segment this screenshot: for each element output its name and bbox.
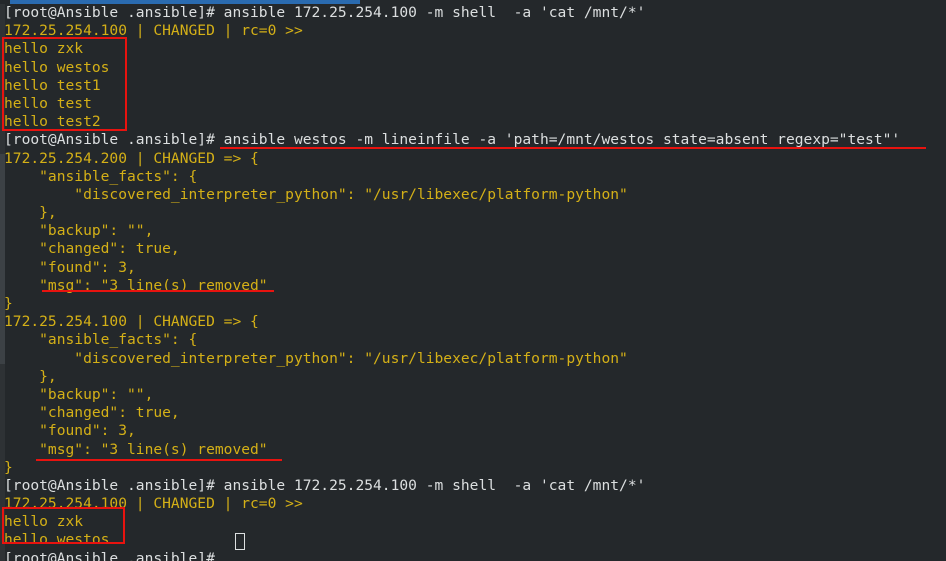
terminal-output-area[interactable]: [root@Ansible .ansible]# ansible 172.25.… — [0, 4, 946, 561]
terminal-line: 172.25.254.100 | CHANGED | rc=0 >> — [4, 22, 303, 40]
terminal-line: "found": 3, — [4, 258, 136, 276]
terminal-line: "backup": "", — [4, 385, 154, 403]
terminal-line: hello westos — [4, 531, 110, 549]
terminal-line: [root@Ansible .ansible]# — [4, 549, 215, 561]
terminal-line: hello test1 — [4, 76, 101, 94]
terminal-line: hello test — [4, 94, 92, 112]
terminal-line: hello zxk — [4, 40, 84, 58]
terminal-line: "found": 3, — [4, 422, 136, 440]
terminal-line: } — [4, 458, 13, 476]
terminal-line: "changed": true, — [4, 404, 180, 422]
terminal-line: [root@Ansible .ansible]# ansible westos … — [4, 131, 901, 149]
terminal-line: 172.25.254.200 | CHANGED => { — [4, 149, 259, 167]
terminal-window[interactable]: [root@Ansible .ansible]# ansible 172.25.… — [0, 0, 946, 561]
terminal-line: 172.25.254.100 | CHANGED | rc=0 >> — [4, 495, 303, 513]
terminal-line: "discovered_interpreter_python": "/usr/l… — [4, 349, 628, 367]
terminal-line: "ansible_facts": { — [4, 167, 198, 185]
terminal-line: "msg": "3 line(s) removed" — [4, 276, 268, 294]
terminal-line: }, — [4, 367, 57, 385]
terminal-line: hello zxk — [4, 513, 84, 531]
terminal-line: 172.25.254.100 | CHANGED => { — [4, 313, 259, 331]
terminal-line: hello test2 — [4, 113, 101, 131]
terminal-line: "msg": "3 line(s) removed" — [4, 440, 268, 458]
text-cursor — [235, 532, 246, 550]
terminal-line: }, — [4, 204, 57, 222]
terminal-line: "backup": "", — [4, 222, 154, 240]
terminal-line: [root@Ansible .ansible]# ansible 172.25.… — [4, 476, 646, 494]
terminal-line: hello westos — [4, 58, 110, 76]
terminal-line: "ansible_facts": { — [4, 331, 198, 349]
terminal-line: } — [4, 295, 13, 312]
terminal-line: "changed": true, — [4, 240, 180, 258]
terminal-line: "discovered_interpreter_python": "/usr/l… — [4, 185, 628, 203]
terminal-line: [root@Ansible .ansible]# ansible 172.25.… — [4, 4, 646, 21]
